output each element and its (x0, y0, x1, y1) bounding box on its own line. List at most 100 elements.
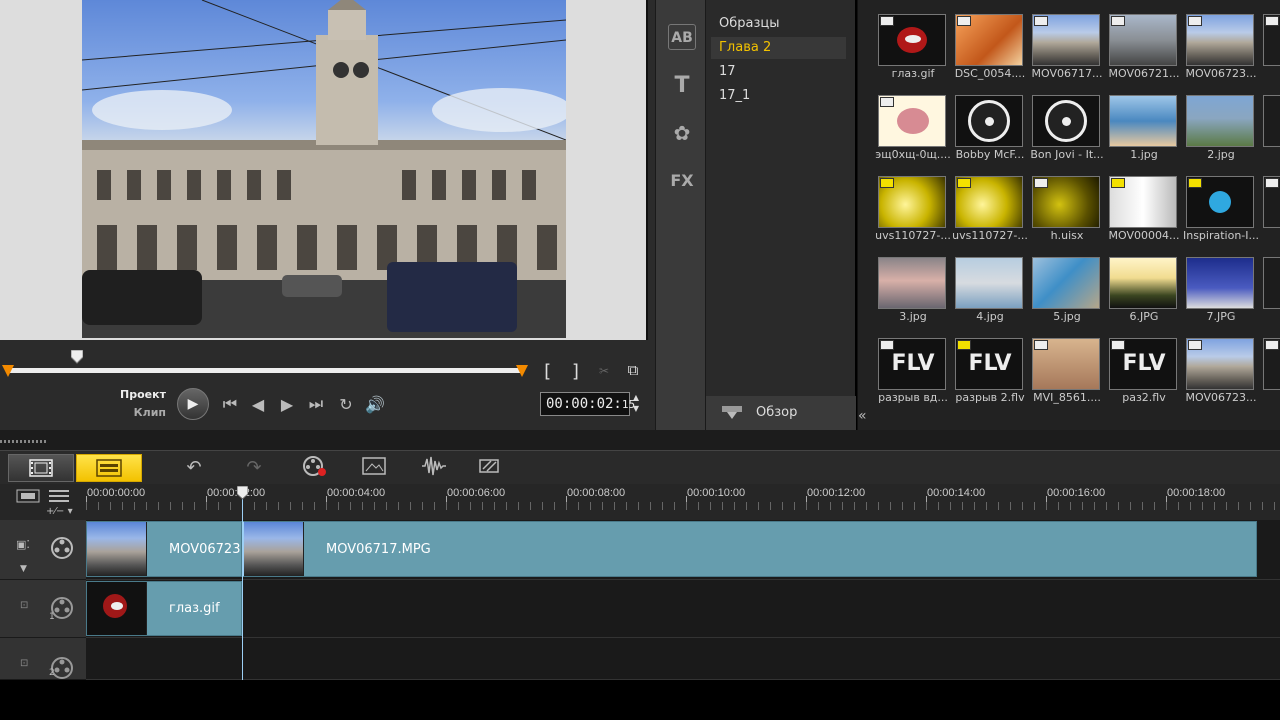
library-item[interactable]: MO (1263, 0, 1280, 80)
overlay-track-1-header[interactable]: ⊡ 1 (0, 580, 86, 638)
library-item[interactable]: Bobby McF... (955, 81, 1025, 161)
collapse-library-icon[interactable]: « (858, 408, 874, 428)
record-capture-icon[interactable] (301, 455, 329, 481)
transitions-icon[interactable]: AB (668, 24, 696, 50)
folder-item[interactable]: 17_1 (711, 85, 846, 107)
next-frame-icon[interactable]: ▶ (274, 391, 300, 417)
lock-icon[interactable]: ⊡ (20, 600, 28, 611)
library-item-label: z_2 (1259, 310, 1280, 323)
video-clip[interactable]: MOV06717.MPG (242, 521, 1257, 577)
scrubber-handle[interactable] (71, 350, 83, 364)
trim-out-marker[interactable] (516, 365, 528, 377)
library-item[interactable]: 3.jpg (878, 243, 948, 323)
overlay-track-2[interactable] (86, 638, 1280, 680)
overlay-clip[interactable]: глаз.gif (86, 581, 242, 636)
library-item[interactable]: MVI_8561.... (1032, 324, 1102, 404)
library-item[interactable]: FLV разрыв 2.flv (955, 324, 1025, 404)
go-to-start-icon[interactable]: ⏮ (217, 391, 243, 417)
overlay-track-2-header[interactable]: ⊡ 2 (0, 638, 86, 680)
auto-music-icon[interactable] (476, 455, 504, 481)
timeline-view-button[interactable] (76, 454, 142, 482)
audio-mixer-icon[interactable] (420, 455, 448, 481)
library-item[interactable]: Bon Jovi - It... (1030, 81, 1104, 161)
library-item[interactable]: MOV00004... (1109, 162, 1179, 242)
library-item[interactable]: эщ0хщ-0щ.... (875, 81, 951, 161)
play-button[interactable]: ▶ (177, 388, 209, 420)
library-item[interactable]: 6.JPG (1109, 243, 1179, 323)
library-item[interactable]: MO (1263, 324, 1280, 404)
media-type-icon (1265, 16, 1279, 26)
library-item-label: раз2.flv (1122, 391, 1166, 404)
video-track[interactable]: MOV06723 MOV06717.MPG (86, 520, 1280, 580)
library-item[interactable]: MOV06721... (1109, 0, 1179, 80)
track-expand-icon[interactable]: ▼ (20, 564, 27, 574)
library-item[interactable]: h.uisx (1032, 162, 1102, 242)
library-item-label: DSC_0054.... (954, 67, 1026, 80)
timecode-field[interactable]: 00:00:02:15 (540, 392, 635, 416)
video-track-header[interactable]: ▣⁚ ▼ (0, 520, 86, 580)
library-item[interactable]: Inspiration-I... (1183, 162, 1259, 242)
folder-item[interactable]: Образцы (711, 13, 846, 35)
mode-project-label[interactable]: Проект (118, 388, 166, 406)
previous-frame-icon[interactable]: ◀ (245, 391, 271, 417)
ruler-label: 00:00:04:00 (327, 487, 386, 499)
library-item[interactable]: MOV06723... (1186, 0, 1256, 80)
preview-scrubber[interactable]: [ ] ✂ ⧉ (0, 345, 648, 385)
go-to-end-icon[interactable]: ⏭ (303, 391, 329, 417)
undo-icon[interactable]: ↶ (180, 455, 208, 481)
library-item[interactable]: 1.jpg (1109, 81, 1179, 161)
scrub-bar[interactable] (8, 368, 524, 373)
play-mode-selector[interactable]: Проект Клип (118, 388, 166, 424)
divider-grip-dots[interactable] (0, 440, 46, 443)
library-item[interactable]: Вид (1263, 162, 1280, 242)
panel-divider[interactable] (0, 430, 1280, 450)
library-item[interactable]: z_2 (1263, 243, 1280, 323)
library-item[interactable]: 7.JPG (1186, 243, 1256, 323)
library-item[interactable]: FLV раз2.flv (1109, 324, 1179, 404)
timeline-playhead[interactable] (237, 486, 248, 500)
preview-window[interactable] (0, 0, 648, 340)
trim-in-marker[interactable] (2, 365, 14, 377)
library-item[interactable]: MOV06717... (1032, 0, 1102, 80)
zoom-control[interactable]: +⁄− ▾ (46, 506, 73, 517)
library-item[interactable]: 4.jpg (955, 243, 1025, 323)
library-item-thumbnail (1032, 257, 1100, 309)
library-item[interactable]: FLV разрыв вд... (878, 324, 948, 404)
filters-icon[interactable]: FX (668, 168, 696, 194)
library-item[interactable] (1263, 81, 1280, 161)
volume-icon[interactable]: 🔊 (362, 391, 388, 417)
overlay-track-1[interactable]: глаз.gif (86, 580, 1280, 638)
mode-clip-label[interactable]: Клип (118, 406, 166, 424)
library-item[interactable]: MOV06723... (1186, 324, 1256, 404)
timeline-ruler[interactable]: +⁄− ▾ 00:00:00:00 00:00:02:00 00:00:04:0… (0, 484, 1280, 520)
library-item[interactable]: 5.jpg (1032, 243, 1102, 323)
fit-project-icon[interactable] (16, 489, 40, 503)
track-manager-icon[interactable] (360, 455, 388, 481)
lock-icon[interactable]: ⊡ (20, 658, 28, 669)
timeline-playhead-line[interactable] (242, 486, 243, 680)
video-clip[interactable]: MOV06723 (86, 521, 242, 577)
redo-icon[interactable]: ↷ (240, 455, 268, 481)
library-item[interactable]: DSC_0054.... (955, 0, 1025, 80)
split-clip-icon[interactable]: ✂ (593, 361, 615, 380)
track-toggle-icon[interactable]: ▣⁚ (16, 538, 30, 551)
storyboard-view-button[interactable] (8, 454, 74, 482)
enlarge-preview-icon[interactable]: ⧉ (622, 361, 644, 379)
track-list-icon[interactable] (48, 489, 70, 503)
mark-in-button[interactable]: [ (536, 361, 558, 382)
mark-out-button[interactable]: ] (565, 361, 587, 382)
track-number: 1 (49, 612, 55, 622)
title-icon[interactable]: T (668, 73, 696, 99)
folder-item-selected[interactable]: Глава 2 (711, 37, 846, 59)
browse-button[interactable]: Обзор (706, 396, 856, 430)
library-item[interactable]: uvs110727-... (875, 162, 951, 242)
timecode-stepper[interactable]: ▲ ▼ (630, 392, 642, 416)
folder-item[interactable]: 17 (711, 61, 846, 83)
graphics-icon[interactable]: ✿ (668, 120, 696, 146)
library-item[interactable]: глаз.gif (878, 0, 948, 80)
library-item[interactable]: uvs110727-... (952, 162, 1028, 242)
library-item-label: 7.JPG (1206, 310, 1236, 323)
repeat-icon[interactable]: ↻ (333, 391, 359, 417)
timeline-view-icon (96, 459, 122, 477)
library-item[interactable]: 2.jpg (1186, 81, 1256, 161)
